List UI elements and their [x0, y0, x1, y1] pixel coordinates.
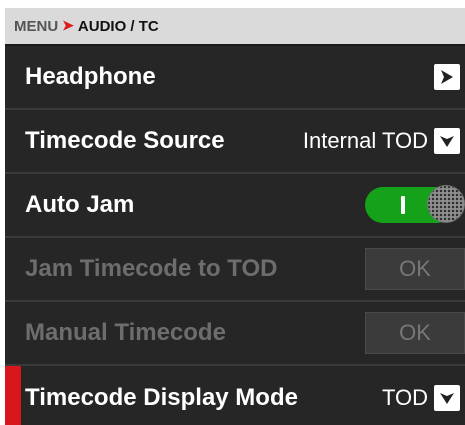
menu-item-timecode-display-mode[interactable]: Timecode Display Mode TOD — [5, 366, 465, 425]
select-value: Internal TOD — [302, 128, 428, 153]
toggle-on-icon — [401, 196, 405, 214]
menu-item-label: Jam Timecode to TOD — [25, 255, 278, 282]
selection-marker — [5, 366, 21, 425]
dropdown-button[interactable] — [434, 128, 460, 154]
chevron-down-icon — [440, 136, 454, 147]
dropdown-button[interactable] — [434, 385, 460, 411]
jam-ok-button: OK — [365, 248, 465, 290]
menu-item-label: Headphone — [25, 63, 156, 90]
menu-item-label: Auto Jam — [25, 191, 135, 218]
menu-item-manual-timecode: Manual Timecode OK — [5, 302, 465, 366]
menu-item-label: Timecode Display Mode — [25, 384, 298, 411]
breadcrumb-root[interactable]: MENU — [14, 18, 58, 35]
chevron-down-icon — [440, 393, 454, 404]
breadcrumb-separator-icon: ➤ — [62, 16, 74, 33]
menu-panel: MENU ➤ AUDIO / TC Headphone Timecode Sou… — [5, 8, 465, 425]
breadcrumb-current: AUDIO / TC — [77, 17, 159, 35]
toggle-knob[interactable] — [427, 185, 465, 223]
auto-jam-toggle[interactable] — [365, 185, 465, 225]
menu-item-timecode-source[interactable]: Timecode Source Internal TOD — [5, 110, 465, 174]
chevron-right-icon — [441, 70, 453, 84]
menu-item-jam-timecode-to-tod: Jam Timecode to TOD OK — [5, 238, 465, 302]
menu-item-label: Manual Timecode — [25, 319, 226, 346]
breadcrumb: MENU ➤ AUDIO / TC — [5, 8, 465, 46]
manual-timecode-ok-button: OK — [365, 312, 465, 354]
menu-item-auto-jam[interactable]: Auto Jam — [5, 174, 465, 238]
menu-item-headphone[interactable]: Headphone — [5, 46, 465, 110]
timecode-display-mode-select[interactable]: TOD — [382, 385, 460, 411]
submenu-button[interactable] — [434, 64, 460, 90]
select-value: TOD — [381, 385, 428, 410]
settings-list: Headphone Timecode Source Internal TOD A… — [5, 46, 465, 425]
menu-item-label: Timecode Source — [25, 127, 225, 154]
timecode-source-select[interactable]: Internal TOD — [303, 128, 460, 154]
